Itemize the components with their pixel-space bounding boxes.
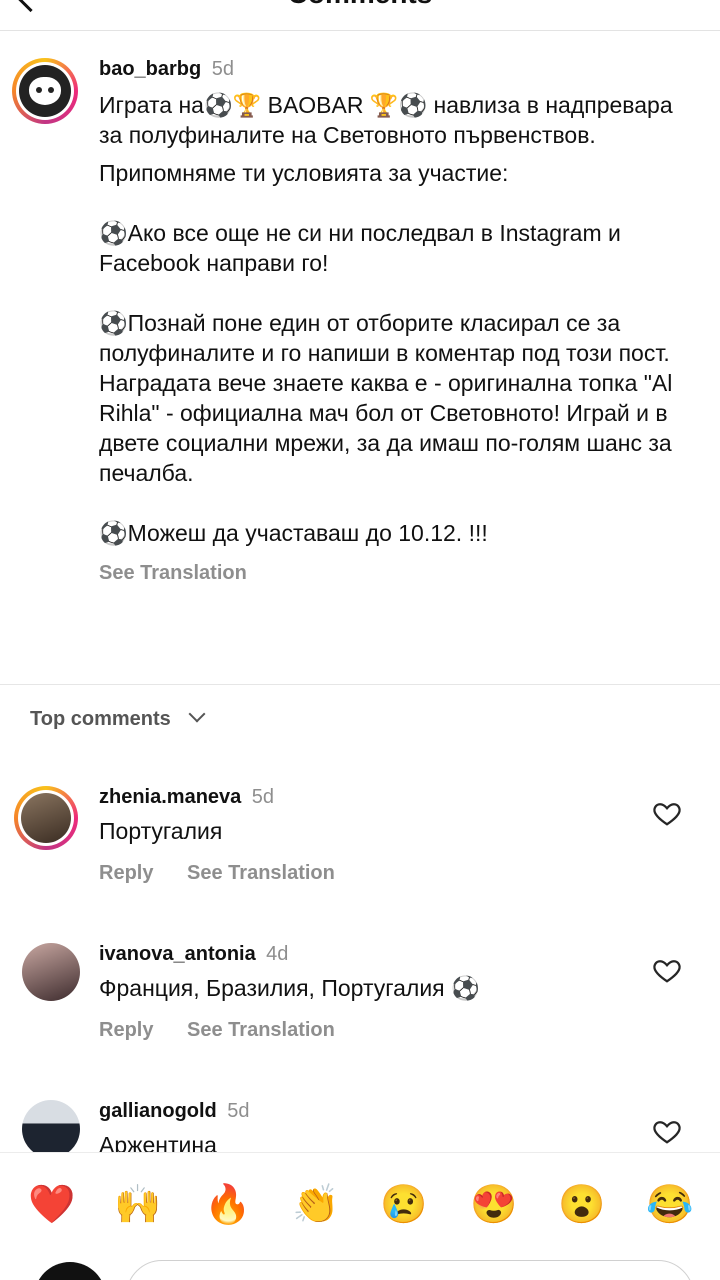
- top-comments-sort[interactable]: Top comments: [30, 705, 206, 731]
- comment-username[interactable]: gallianogold: [99, 1100, 217, 1122]
- comment-item: gallianogold 5d Аржентина: [0, 1100, 720, 1152]
- raised-hands-emoji-button[interactable]: 🙌: [114, 1183, 161, 1227]
- fire-emoji-button[interactable]: 🔥: [204, 1183, 251, 1227]
- laughing-emoji-button[interactable]: 😂: [646, 1183, 693, 1227]
- caption-paragraph: Играта на⚽🏆 BAOBAR 🏆⚽ навлиза в надпрева…: [99, 92, 673, 148]
- caption-paragraph: Припомняме ти условията за участие:: [99, 160, 509, 186]
- avatar[interactable]: [22, 1100, 80, 1152]
- heart-icon[interactable]: [652, 955, 682, 985]
- comment-text: Португалия: [99, 818, 223, 844]
- comment-input[interactable]: [126, 1260, 694, 1280]
- comment-time: 5d: [251, 786, 274, 808]
- reply-button[interactable]: Reply: [99, 1019, 153, 1041]
- see-translation-button[interactable]: See Translation: [187, 862, 335, 884]
- emoji-reaction-bar: ❤️ 🙌 🔥 👏 😢 😍 😮 😂: [0, 1152, 720, 1257]
- see-translation-button[interactable]: See Translation: [187, 1019, 335, 1041]
- caption-avatar[interactable]: [12, 58, 78, 124]
- caption-time: 5d: [211, 58, 234, 80]
- comment-time: 4d: [266, 943, 289, 965]
- chevron-down-icon: [188, 705, 206, 723]
- comment-text: Аржентина: [99, 1132, 217, 1152]
- surprised-emoji-button[interactable]: 😮: [558, 1183, 605, 1227]
- comment-username[interactable]: ivanova_antonia: [99, 943, 256, 965]
- clapping-emoji-button[interactable]: 👏: [292, 1183, 339, 1227]
- avatar[interactable]: [22, 943, 80, 1001]
- comment-username[interactable]: zhenia.maneva: [99, 786, 241, 808]
- heart-eyes-emoji-button[interactable]: 😍: [470, 1183, 517, 1227]
- caption-see-translation[interactable]: See Translation: [99, 558, 699, 588]
- reply-button[interactable]: Reply: [99, 862, 153, 884]
- avatar[interactable]: [14, 786, 78, 850]
- heart-icon[interactable]: [652, 798, 682, 828]
- top-comments-label: Top comments: [30, 708, 171, 730]
- caption-username[interactable]: bao_barbg: [99, 58, 201, 80]
- comment-composer: [0, 1256, 720, 1280]
- comment-text: Франция, Бразилия, Португалия ⚽: [99, 975, 480, 1001]
- my-avatar: [34, 1262, 106, 1280]
- top-bar: Comments: [0, 0, 720, 31]
- page-title: Comments: [0, 0, 720, 10]
- cat-logo-icon: [29, 77, 61, 105]
- caption-body: Играта на⚽🏆 BAOBAR 🏆⚽ навлиза в надпрева…: [99, 90, 699, 588]
- heart-emoji-button[interactable]: ❤️: [28, 1183, 75, 1227]
- caption-paragraph: ⚽Можеш да участаваш до 10.12. !!!: [99, 520, 488, 546]
- comment-time: 5d: [227, 1100, 250, 1122]
- caption-paragraph: ⚽Познай поне един от отборите класирал с…: [99, 310, 673, 486]
- caption-divider: [0, 684, 720, 685]
- caption-paragraph: ⚽Ако все още не си ни последвал в Instag…: [99, 220, 621, 276]
- heart-icon[interactable]: [652, 1116, 682, 1146]
- crying-emoji-button[interactable]: 😢: [380, 1183, 427, 1227]
